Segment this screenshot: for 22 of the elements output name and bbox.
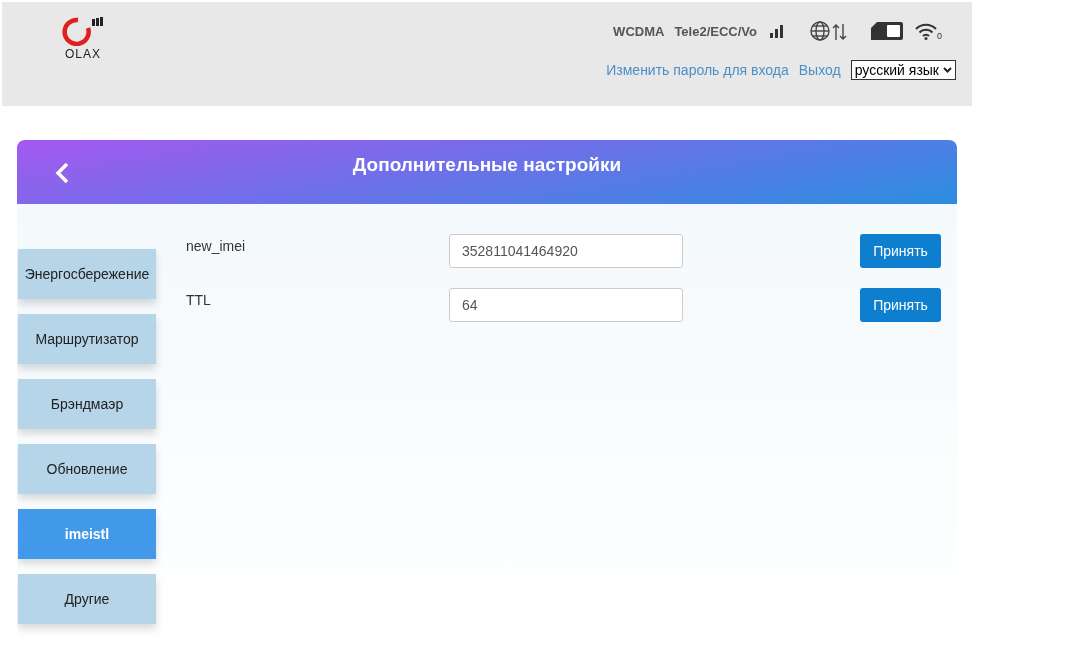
input-field[interactable]: 64 — [449, 288, 683, 322]
sidebar-item[interactable]: Маршрутизатор — [18, 314, 156, 364]
operator-name: Tele2/ECC/Vo — [674, 23, 757, 39]
sidebar-item[interactable]: Обновление — [18, 444, 156, 494]
wifi-client-count: 0 — [937, 31, 942, 41]
logo-text: OLAX — [65, 47, 101, 61]
signal-icon — [767, 23, 785, 39]
globe-transfer-icon — [809, 20, 849, 42]
sidebar-item[interactable]: Другие — [18, 574, 156, 624]
input-field[interactable]: 352811041464920 — [449, 234, 683, 268]
wifi-icon — [915, 22, 937, 40]
language-select[interactable]: русский язык — [850, 60, 956, 80]
card-title: Дополнительные настройки — [352, 154, 622, 177]
network-type: WCDMA — [613, 23, 665, 39]
back-icon[interactable] — [55, 162, 69, 184]
apply-button[interactable]: Принять — [860, 288, 941, 322]
sidebar-item[interactable]: Брэндмаэр — [18, 379, 156, 429]
sidebar-item[interactable]: Энергосбережение — [18, 249, 156, 299]
chevron-down-icon — [943, 67, 952, 73]
field-label: new_imei — [186, 237, 247, 254]
field-label: TTL — [186, 291, 212, 308]
apply-button[interactable]: Принять — [860, 234, 941, 268]
